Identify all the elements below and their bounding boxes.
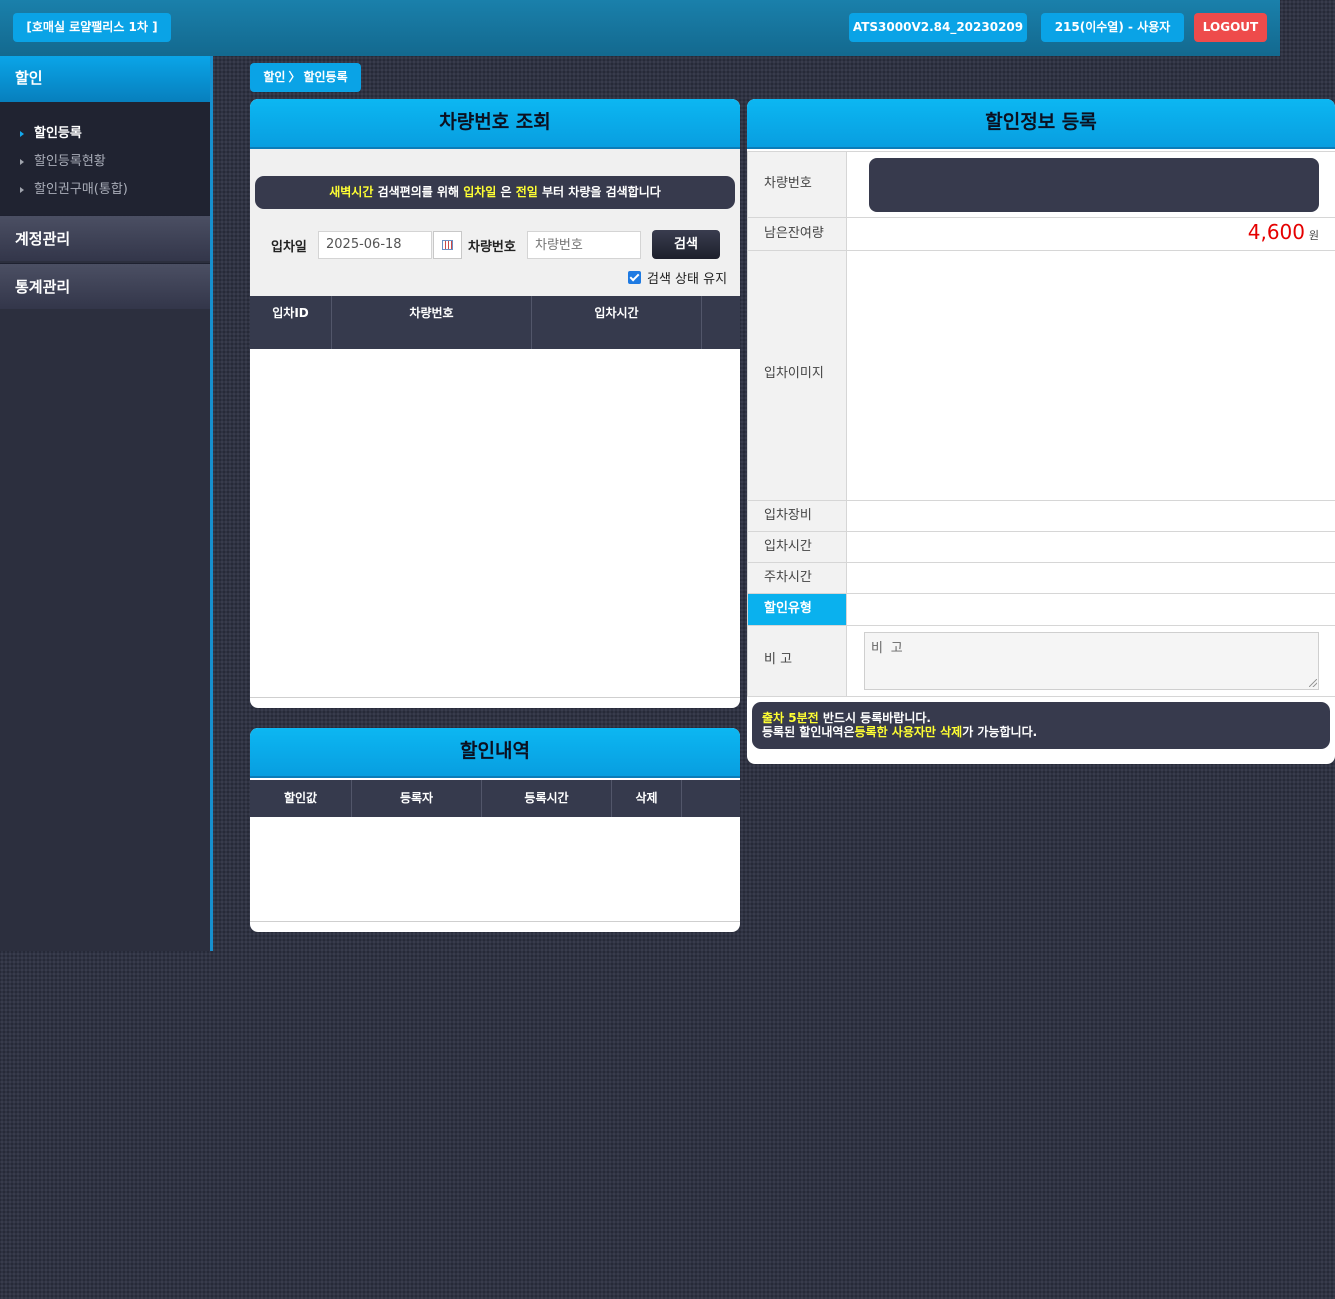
parking-time-field-label: 주차시간 — [747, 563, 847, 593]
logout-button[interactable]: LOGOUT — [1194, 13, 1267, 42]
plate-search-input[interactable] — [527, 231, 641, 259]
vehicle-search-panel: 차량번호 조회 새벽시간 검색편의를 위해 입차일 은 전일 부터 차량을 검색… — [250, 99, 740, 708]
sidebar-divider — [210, 56, 213, 951]
notice-highlight: 전일 — [515, 185, 538, 199]
history-table-header: 할인값 등록자 등록시간 삭제 — [250, 780, 740, 817]
breadcrumb-parent[interactable]: 할인 — [263, 70, 285, 84]
discount-register-panel: 할인정보 등록 차량번호 남은잔여량 4,600 원 입차이미지 입차장비 입차… — [747, 99, 1335, 764]
remark-textarea[interactable]: 비 고 — [864, 632, 1319, 690]
form-row-plate: 차량번호 — [747, 151, 1335, 218]
remaining-field-label: 남은잔여량 — [747, 218, 847, 250]
vehicle-table-body — [250, 349, 740, 698]
discount-type-field-label: 할인유형 — [747, 594, 847, 625]
caret-right-icon — [20, 186, 24, 193]
calendar-icon — [442, 240, 453, 250]
site-name-badge[interactable]: [호매실 로얄팰리스 1차 ] — [13, 13, 171, 42]
notice-text: 부터 차량을 검색합니다 — [537, 185, 661, 199]
column-header-registrant[interactable]: 등록자 — [352, 780, 482, 817]
version-badge: ATS3000V2.84_20230209 — [849, 13, 1027, 42]
resize-handle-icon[interactable] — [1309, 679, 1317, 687]
form-row-entry-time: 입차시간 — [747, 532, 1335, 563]
discount-history-title: 할인내역 — [250, 728, 740, 778]
history-table-body — [250, 817, 740, 922]
sidebar-item-ticket-purchase[interactable]: 할인권구매(통합) — [20, 178, 128, 197]
search-button[interactable]: 검색 — [652, 230, 720, 259]
form-row-entry-device: 입차장비 — [747, 501, 1335, 532]
column-header-register-time[interactable]: 등록시간 — [482, 780, 612, 817]
chevron-right-icon: 〉 — [288, 70, 301, 84]
sidebar: 할인 할인등록 할인등록현황 할인권구매(통합) 계정관리 통계관리 — [0, 56, 210, 951]
top-bar: [호매실 로얄팰리스 1차 ] ATS3000V2.84_20230209 21… — [0, 0, 1280, 56]
sidebar-item-label: 할인권구매(통합) — [34, 182, 128, 197]
form-row-entry-image: 입차이미지 — [747, 251, 1335, 501]
notice-text: 가 가능합니다. — [962, 725, 1038, 739]
entry-date-label: 입차일 — [271, 240, 307, 255]
sidebar-menu-statistics[interactable]: 통계관리 — [0, 263, 210, 309]
notice-highlight: 새벽시간 — [329, 185, 374, 199]
notice-line-1: 출차 5분전 반드시 등록바랍니다. — [762, 711, 1320, 725]
sidebar-item-discount-status[interactable]: 할인등록현황 — [20, 150, 106, 169]
notice-text: 반드시 등록바랍니다. — [818, 711, 931, 725]
breadcrumb-current: 할인등록 — [303, 70, 348, 84]
notice-text: 은 — [496, 185, 516, 199]
sidebar-menu-account[interactable]: 계정관리 — [0, 215, 210, 261]
caret-right-icon — [20, 130, 24, 137]
notice-text: 등록된 할인내역은 — [762, 725, 855, 739]
form-row-remaining: 남은잔여량 4,600 원 — [747, 218, 1335, 251]
plate-label: 차량번호 — [468, 240, 516, 255]
notice-text: 검색편의를 위해 — [373, 185, 464, 199]
column-header-entry-id[interactable]: 입차ID — [250, 296, 332, 349]
notice-line-2: 등록된 할인내역은등록한 사용자만 삭제가 가능합니다. — [762, 725, 1320, 739]
sidebar-item-label: 할인등록현황 — [34, 154, 106, 169]
form-row-remark: 비 고 비 고 — [747, 626, 1335, 697]
discount-history-panel: 할인내역 할인값 등록자 등록시간 삭제 — [250, 728, 740, 932]
keep-state-checkbox[interactable] — [628, 271, 641, 284]
calendar-button[interactable] — [433, 231, 462, 259]
sidebar-item-label: 할인등록 — [34, 126, 82, 141]
form-row-discount-type: 할인유형 — [747, 594, 1335, 626]
vehicle-table-header: 입차ID 차량번호 입차시간 — [250, 296, 740, 349]
breadcrumb: 할인 〉 할인등록 — [250, 63, 361, 92]
search-notice: 새벽시간 검색편의를 위해 입차일 은 전일 부터 차량을 검색합니다 — [255, 176, 735, 209]
remaining-unit: 원 — [1308, 229, 1319, 242]
notice-highlight: 입차일 — [463, 185, 497, 199]
plate-field-label: 차량번호 — [747, 152, 847, 217]
entry-image-field-label: 입차이미지 — [747, 251, 847, 500]
register-notice: 출차 5분전 반드시 등록바랍니다. 등록된 할인내역은등록한 사용자만 삭제가… — [752, 702, 1330, 749]
sidebar-item-discount-register[interactable]: 할인등록 — [20, 122, 82, 141]
discount-register-title: 할인정보 등록 — [747, 99, 1335, 149]
column-header-plate[interactable]: 차량번호 — [332, 296, 532, 349]
column-header-discount-value[interactable]: 할인값 — [250, 780, 352, 817]
user-badge[interactable]: 215(이수열) - 사용자 — [1041, 13, 1184, 42]
keep-state-label: 검색 상태 유지 — [647, 272, 728, 287]
remark-field-label: 비 고 — [747, 626, 847, 696]
notice-highlight: 등록한 사용자만 삭제 — [854, 725, 963, 739]
sidebar-submenu: 할인등록 할인등록현황 할인권구매(통합) — [0, 102, 210, 215]
form-row-parking-time: 주차시간 — [747, 563, 1335, 594]
vehicle-search-title: 차량번호 조회 — [250, 99, 740, 149]
entry-time-field-label: 입차시간 — [747, 532, 847, 562]
caret-right-icon — [20, 158, 24, 165]
plate-display — [869, 158, 1319, 212]
notice-highlight: 출차 5분전 — [762, 711, 819, 725]
entry-device-field-label: 입차장비 — [747, 501, 847, 531]
column-header-delete[interactable]: 삭제 — [612, 780, 682, 817]
column-header-entry-time[interactable]: 입차시간 — [532, 296, 702, 349]
sidebar-section-discount[interactable]: 할인 — [0, 56, 210, 102]
entry-date-input[interactable]: 2025-06-18 — [318, 231, 432, 259]
remaining-amount: 4,600 — [1247, 220, 1305, 244]
